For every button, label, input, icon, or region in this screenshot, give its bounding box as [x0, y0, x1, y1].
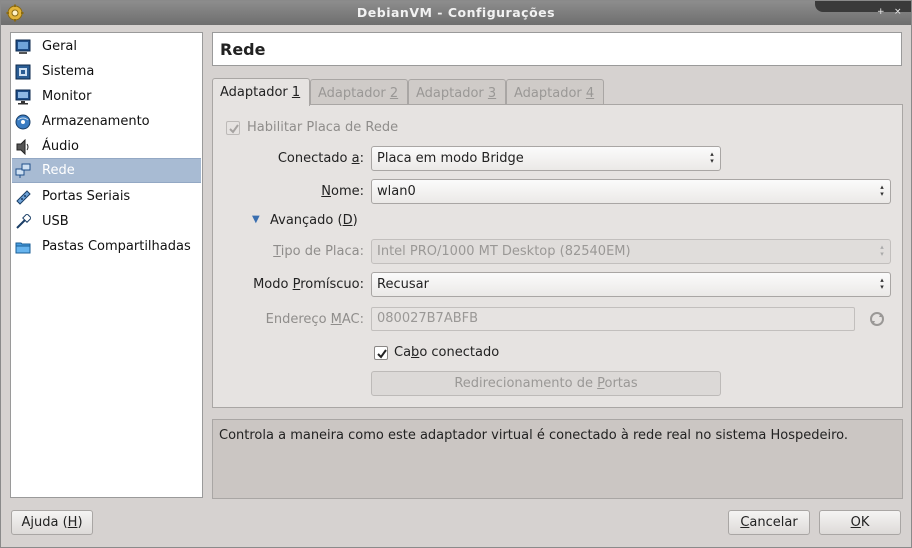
serial-ports-icon: [15, 189, 31, 205]
sidebar-item-network[interactable]: Rede: [12, 158, 201, 183]
tab-mnemonic: 3: [487, 86, 497, 101]
name-label: Nome:: [321, 184, 364, 199]
sidebar-item-label: USB: [42, 214, 69, 229]
sidebar-item-label: Áudio: [42, 139, 79, 154]
tab-mnemonic: 4: [585, 86, 595, 101]
updown-arrows-icon: ▴ ▾: [710, 150, 714, 165]
tab-label: Adaptador: [416, 86, 488, 101]
adapter-type-select[interactable]: Intel PRO/1000 MT Desktop (82540EM) ▴ ▾: [371, 239, 891, 264]
expand-arrow-icon[interactable]: ▼: [252, 214, 260, 225]
ok-button[interactable]: OK: [819, 510, 901, 535]
tab-mnemonic: 1: [291, 85, 301, 100]
sidebar-item-audio[interactable]: Áudio: [12, 134, 201, 159]
page-title: Rede: [220, 40, 266, 59]
mac-address-label: Endereço MAC:: [265, 312, 364, 327]
enable-adapter-checkbox[interactable]: [226, 121, 240, 135]
promiscuous-mode-value: Recusar: [377, 277, 429, 292]
cable-connected-label: Cabo conectado: [394, 345, 500, 360]
refresh-mac-icon[interactable]: [868, 310, 886, 328]
help-button[interactable]: Ajuda (H): [11, 510, 93, 535]
tab-adapter-4[interactable]: Adaptador 4: [506, 79, 604, 106]
sidebar-item-label: Rede: [42, 163, 75, 178]
sidebar-item-serial-ports[interactable]: Portas Seriais: [12, 184, 201, 209]
description-text: Controla a maneira como este adaptador v…: [219, 428, 849, 443]
system-icon: [15, 64, 31, 80]
tab-adapter-3[interactable]: Adaptador 3: [408, 79, 506, 106]
tab-adapter-2[interactable]: Adaptador 2: [310, 79, 408, 106]
updown-arrows-icon: ▴ ▾: [880, 276, 884, 291]
updown-arrows-icon: ▴ ▾: [880, 243, 884, 258]
monitor-icon: [15, 89, 31, 105]
sidebar-item-monitor[interactable]: Monitor: [12, 84, 201, 109]
name-select[interactable]: wlan0 ▴ ▾: [371, 179, 891, 204]
window-controls: + ×: [815, 1, 911, 17]
close-button[interactable]: ×: [894, 7, 902, 17]
settings-category-list: Geral Sistema Monitor Armazenamento Áudi…: [10, 32, 203, 498]
general-icon: [15, 39, 31, 55]
cable-connected-checkbox[interactable]: [374, 346, 388, 360]
shared-folders-icon: [15, 239, 31, 255]
tab-label: Adaptador: [318, 86, 390, 101]
settings-window: DebianVM - Configurações + × Geral Siste…: [0, 0, 912, 548]
port-forwarding-button[interactable]: Redirecionamento de Portas: [371, 371, 721, 396]
sidebar-item-label: Monitor: [42, 89, 92, 104]
sidebar-item-label: Armazenamento: [42, 114, 150, 129]
tab-adapter-1[interactable]: Adaptador 1: [212, 78, 310, 106]
attached-to-select[interactable]: Placa em modo Bridge ▴ ▾: [371, 146, 721, 171]
attached-to-value: Placa em modo Bridge: [377, 151, 524, 166]
sidebar-item-storage[interactable]: Armazenamento: [12, 109, 201, 134]
enable-adapter-label: Habilitar Placa de Rede: [247, 120, 399, 135]
network-icon: [15, 163, 31, 179]
sidebar-item-general[interactable]: Geral: [12, 34, 201, 59]
sidebar-item-label: Sistema: [42, 64, 95, 79]
sidebar-item-label: Geral: [42, 39, 77, 54]
maximize-button[interactable]: +: [877, 7, 885, 17]
sidebar-item-shared-folders[interactable]: Pastas Compartilhadas: [12, 234, 201, 259]
title-bar[interactable]: DebianVM - Configurações + ×: [1, 1, 911, 25]
adapter-type-value: Intel PRO/1000 MT Desktop (82540EM): [377, 244, 631, 259]
description-box: Controla a maneira como este adaptador v…: [212, 419, 903, 499]
sidebar-item-label: Pastas Compartilhadas: [42, 239, 191, 254]
sidebar-item-label: Portas Seriais: [42, 189, 131, 204]
tab-label: Adaptador: [220, 85, 292, 100]
audio-icon: [15, 138, 31, 155]
sidebar-item-usb[interactable]: USB: [12, 209, 201, 234]
tab-label: Adaptador: [514, 86, 586, 101]
name-value: wlan0: [377, 184, 416, 199]
storage-icon: [15, 114, 31, 130]
cancel-button[interactable]: Cancelar: [728, 510, 810, 535]
attached-to-label: Conectado a:: [277, 151, 364, 166]
adapter-type-label: Tipo de Placa:: [273, 244, 364, 259]
window-title: DebianVM - Configurações: [356, 5, 556, 20]
advanced-toggle[interactable]: Avançado (D): [270, 213, 358, 228]
usb-icon: [15, 212, 32, 230]
tab-mnemonic: 2: [389, 86, 399, 101]
updown-arrows-icon: ▴ ▾: [880, 183, 884, 198]
page-header: Rede: [212, 32, 902, 66]
mac-address-field[interactable]: 080027B7ABFB: [371, 307, 855, 331]
promiscuous-mode-select[interactable]: Recusar ▴ ▾: [371, 272, 891, 297]
promiscuous-mode-label: Modo Promíscuo:: [253, 277, 364, 292]
adapter-panel: Habilitar Placa de Rede Conectado a: Pla…: [212, 104, 903, 408]
sidebar-item-system[interactable]: Sistema: [12, 59, 201, 84]
